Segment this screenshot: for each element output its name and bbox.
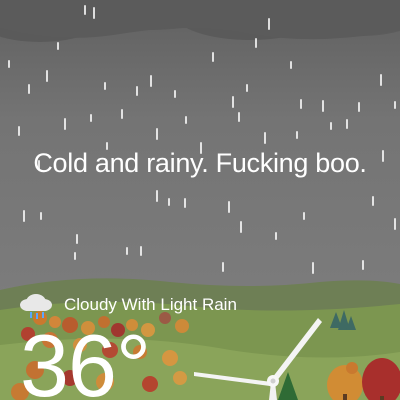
raindrop	[156, 128, 158, 140]
raindrop	[76, 234, 78, 244]
condition-label: Cloudy With Light Rain	[64, 295, 237, 314]
raindrop	[168, 198, 170, 206]
raindrop	[312, 262, 314, 274]
weather-screen: Cold and rainy. Fucking boo. Cloudy With…	[0, 0, 400, 400]
raindrop	[185, 116, 187, 124]
raindrop	[57, 42, 59, 50]
raindrop	[300, 99, 302, 109]
raindrop	[126, 247, 128, 255]
raindrop	[264, 132, 266, 144]
raindrop	[150, 75, 152, 87]
raindrop	[303, 212, 305, 220]
raindrop	[268, 18, 270, 30]
storm-clouds	[0, 0, 400, 42]
temperature-value: 36°	[20, 316, 151, 400]
raindrop	[372, 196, 374, 206]
raindrop	[296, 131, 298, 139]
raindrop	[136, 86, 138, 96]
raindrop	[212, 52, 214, 62]
raindrop	[184, 198, 186, 208]
raindrop	[121, 109, 123, 119]
raindrop	[174, 90, 176, 98]
raindrop	[156, 190, 158, 202]
raindrop	[90, 114, 92, 122]
raindrop	[275, 232, 277, 240]
raindrop	[246, 84, 248, 92]
raindrop	[18, 126, 20, 136]
raindrop	[322, 100, 324, 112]
raindrop	[358, 102, 360, 112]
raindrop	[28, 84, 30, 94]
raindrop	[380, 74, 382, 86]
raindrop	[222, 262, 224, 272]
raindrop	[238, 112, 240, 122]
weather-headline: Cold and rainy. Fucking boo.	[33, 148, 367, 178]
raindrop	[93, 7, 95, 19]
raindrop	[255, 38, 257, 48]
raindrop	[46, 70, 48, 82]
raindrop	[228, 201, 230, 213]
raindrop	[64, 118, 66, 130]
raindrop	[84, 5, 86, 15]
raindrop	[330, 122, 332, 130]
raindrop	[362, 260, 364, 270]
rain	[8, 5, 396, 274]
raindrop	[40, 212, 42, 220]
raindrop	[232, 96, 234, 108]
raindrop	[104, 82, 106, 90]
raindrop	[346, 119, 348, 129]
raindrop	[74, 252, 76, 260]
raindrop	[290, 61, 292, 69]
raindrop	[23, 210, 25, 222]
raindrop	[140, 246, 142, 256]
raindrop	[8, 60, 10, 68]
raindrop	[240, 221, 242, 233]
raindrop	[394, 218, 396, 230]
raindrop	[394, 101, 396, 109]
